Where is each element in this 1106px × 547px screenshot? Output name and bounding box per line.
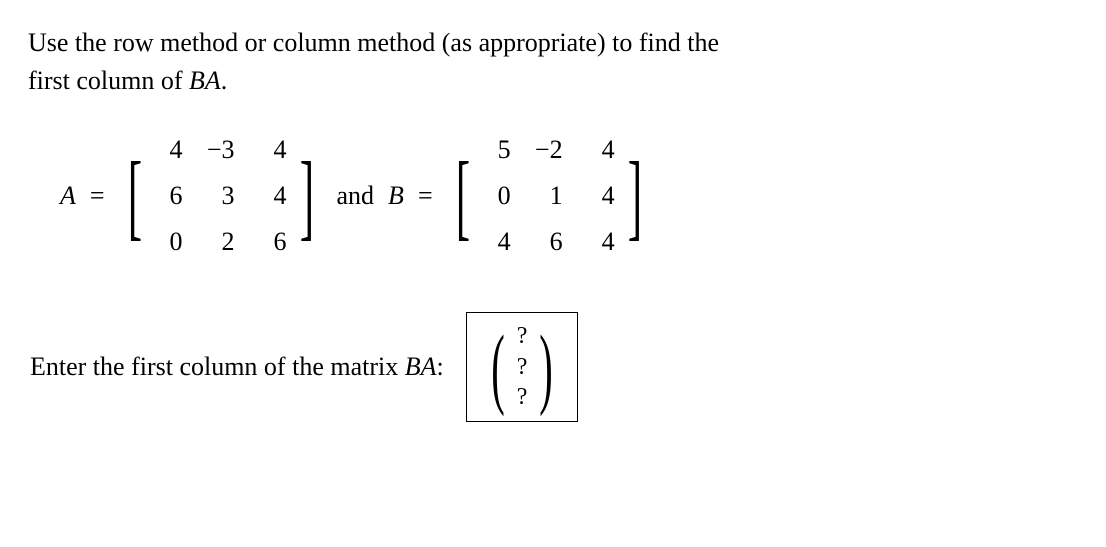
right-bracket-icon: ] — [299, 150, 313, 241]
matrix-A-grid: 4 −3 4 6 3 4 0 2 6 — [155, 131, 287, 260]
matrix-A: [ 4 −3 4 6 3 4 0 2 6 ] — [119, 131, 323, 260]
answer-vector: ? ? ? — [517, 323, 528, 410]
matrix-B-label: B — [388, 177, 404, 215]
matrix-cell: 4 — [483, 223, 511, 261]
matrix-cell: 4 — [259, 177, 287, 215]
answer-row: Enter the first column of the matrix BA:… — [30, 312, 1078, 421]
matrix-cell: 4 — [587, 131, 615, 169]
answer-entry-3[interactable]: ? — [517, 384, 528, 410]
matrix-cell: 5 — [483, 131, 511, 169]
matrix-cell: 4 — [259, 131, 287, 169]
matrix-cell: 2 — [207, 223, 235, 261]
right-paren-icon: ) — [540, 327, 553, 408]
answer-prompt-suffix: : — [437, 352, 444, 381]
matrix-cell: 6 — [259, 223, 287, 261]
prompt-line1: Use the row method or column method (as … — [28, 28, 719, 57]
answer-entry-2[interactable]: ? — [517, 354, 528, 380]
answer-prompt: Enter the first column of the matrix BA: — [30, 348, 444, 386]
matrix-cell: 1 — [535, 177, 563, 215]
matrix-B: [ 5 −2 4 0 1 4 4 6 4 ] — [447, 131, 651, 260]
question-prompt: Use the row method or column method (as … — [28, 24, 1078, 99]
equals-sign: = — [90, 177, 105, 215]
matrix-cell: 6 — [535, 223, 563, 261]
matrix-cell: 3 — [207, 177, 235, 215]
prompt-line2-prefix: first column of — [28, 66, 189, 95]
left-paren-icon: ( — [491, 327, 504, 408]
prompt-line2-suffix: . — [221, 66, 228, 95]
matrix-cell: 6 — [155, 177, 183, 215]
prompt-line2-var: BA — [189, 66, 221, 95]
matrices-definition: A = [ 4 −3 4 6 3 4 0 2 6 ] and B = [ 5 −… — [60, 131, 1078, 260]
matrix-cell: 4 — [587, 177, 615, 215]
equals-sign: = — [418, 177, 433, 215]
answer-entry-1[interactable]: ? — [517, 323, 528, 349]
and-text: and — [337, 177, 375, 215]
matrix-B-grid: 5 −2 4 0 1 4 4 6 4 — [483, 131, 615, 260]
answer-prompt-prefix: Enter the first column of the matrix — [30, 352, 405, 381]
left-bracket-icon: [ — [455, 150, 469, 241]
answer-input-box[interactable]: ( ? ? ? ) — [466, 312, 579, 421]
matrix-cell: 4 — [587, 223, 615, 261]
matrix-cell: −2 — [535, 131, 563, 169]
matrix-cell: −3 — [207, 131, 235, 169]
right-bracket-icon: ] — [627, 150, 641, 241]
answer-prompt-var: BA — [405, 352, 437, 381]
matrix-cell: 4 — [155, 131, 183, 169]
matrix-A-label: A — [60, 177, 76, 215]
matrix-cell: 0 — [155, 223, 183, 261]
left-bracket-icon: [ — [127, 150, 141, 241]
matrix-cell: 0 — [483, 177, 511, 215]
